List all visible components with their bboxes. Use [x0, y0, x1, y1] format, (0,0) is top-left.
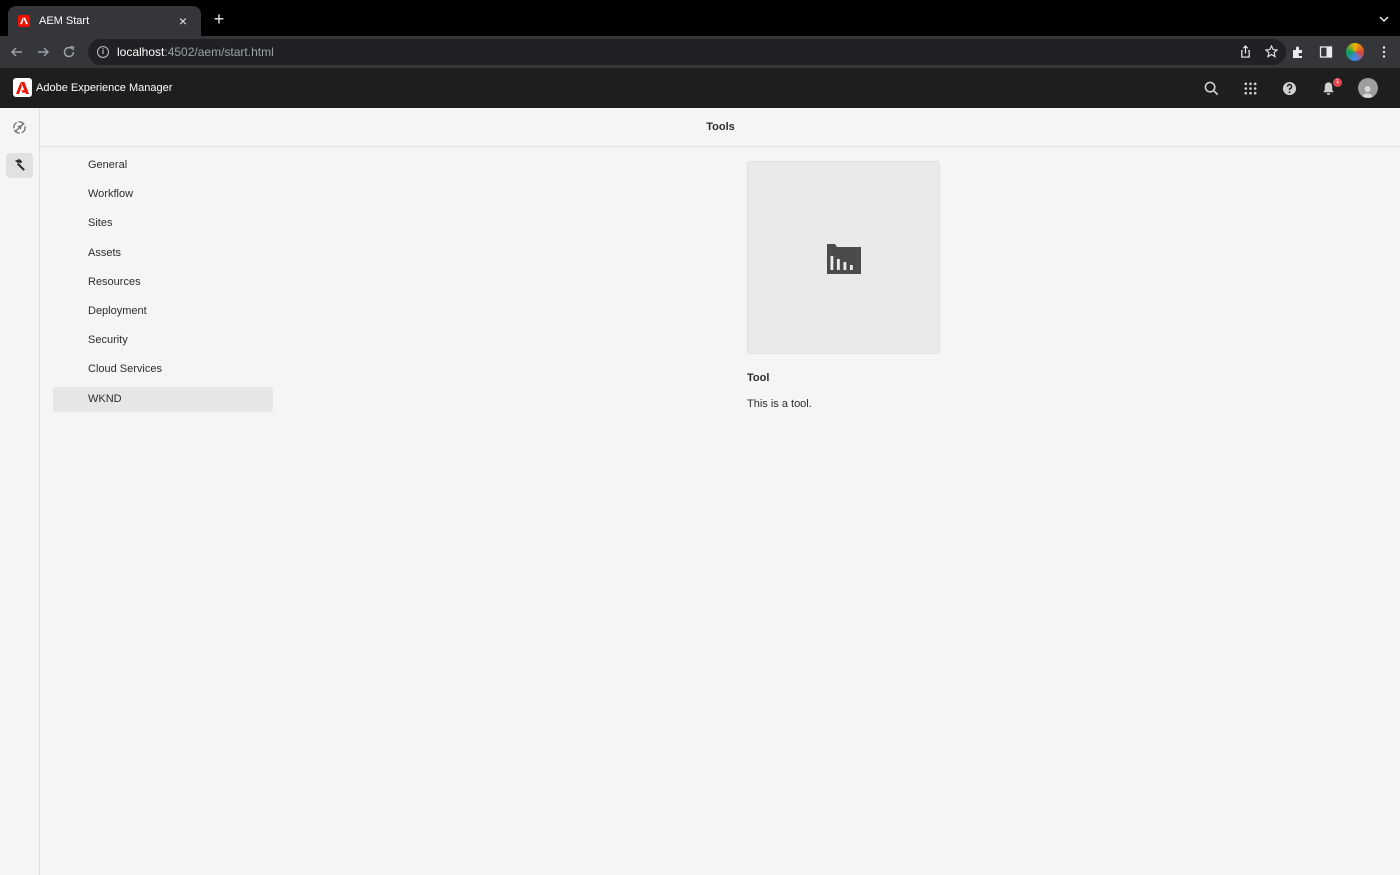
category-resources[interactable]: Resources — [53, 270, 273, 295]
brand-name: Adobe Experience Manager — [36, 81, 173, 94]
tab-title: AEM Start — [39, 15, 90, 27]
extensions-puzzle-icon[interactable] — [1290, 44, 1306, 60]
browser-menu-kebab-icon[interactable] — [1376, 44, 1392, 60]
adobe-favicon-icon — [18, 15, 30, 27]
tab-search-chevron-icon[interactable] — [1378, 12, 1390, 24]
search-icon[interactable] — [1192, 77, 1231, 99]
category-wknd[interactable]: WKND — [53, 386, 273, 412]
category-security[interactable]: Security — [53, 328, 273, 353]
browser-tabstrip: AEM Start × + — [0, 0, 1400, 36]
notification-count-badge: 1 — [1333, 78, 1342, 87]
solution-switcher-grid-icon[interactable] — [1231, 77, 1270, 99]
brand-home-link[interactable]: Adobe Experience Manager — [13, 78, 172, 97]
category-cloud-services[interactable]: Cloud Services — [53, 357, 273, 382]
navigation-compass-icon[interactable] — [6, 115, 33, 140]
bookmark-star-icon[interactable] — [1264, 44, 1278, 58]
folder-chart-icon — [826, 243, 861, 274]
forward-arrow-icon[interactable] — [34, 43, 52, 61]
site-info-icon[interactable]: i — [97, 46, 109, 58]
category-deployment[interactable]: Deployment — [53, 299, 273, 324]
category-general[interactable]: General — [53, 153, 273, 178]
category-sites[interactable]: Sites — [53, 211, 273, 236]
notifications-bell-icon[interactable]: 1 — [1309, 77, 1348, 99]
user-avatar-icon — [1357, 78, 1378, 98]
new-tab-button[interactable]: + — [210, 10, 228, 28]
tools-category-list: General Workflow Sites Assets Resources … — [53, 153, 273, 416]
page-title: Tools — [706, 121, 735, 133]
browser-toolbar: i localhost:4502/aem/start.html — [0, 36, 1400, 68]
tool-card-thumbnail[interactable] — [747, 161, 940, 354]
share-icon[interactable] — [1238, 44, 1252, 58]
category-assets[interactable]: Assets — [53, 241, 273, 266]
tools-hammer-icon[interactable] — [6, 153, 33, 178]
tool-card[interactable]: Tool This is a tool. — [747, 161, 940, 410]
address-bar[interactable]: i localhost:4502/aem/start.html — [88, 39, 1286, 65]
side-panel-icon[interactable] — [1318, 44, 1334, 60]
category-workflow[interactable]: Workflow — [53, 182, 273, 207]
browser-tab[interactable]: AEM Start × — [8, 6, 201, 36]
help-icon[interactable] — [1270, 77, 1309, 99]
back-arrow-icon[interactable] — [8, 43, 26, 61]
url-path: :4502/aem/start.html — [164, 45, 274, 59]
url-host: localhost — [117, 45, 165, 59]
tool-card-description: This is a tool. — [747, 398, 812, 410]
page-title-bar: Tools — [41, 108, 1400, 147]
tab-close-icon[interactable]: × — [175, 13, 191, 29]
user-profile-button[interactable] — [1348, 77, 1387, 99]
browser-profile-avatar[interactable] — [1346, 43, 1364, 61]
adobe-logo-icon — [13, 78, 32, 97]
aem-shell-header: Adobe Experience Manager 1 — [0, 68, 1400, 108]
reload-icon[interactable] — [60, 43, 78, 61]
tool-card-title: Tool — [747, 372, 770, 384]
left-rail — [0, 108, 40, 875]
